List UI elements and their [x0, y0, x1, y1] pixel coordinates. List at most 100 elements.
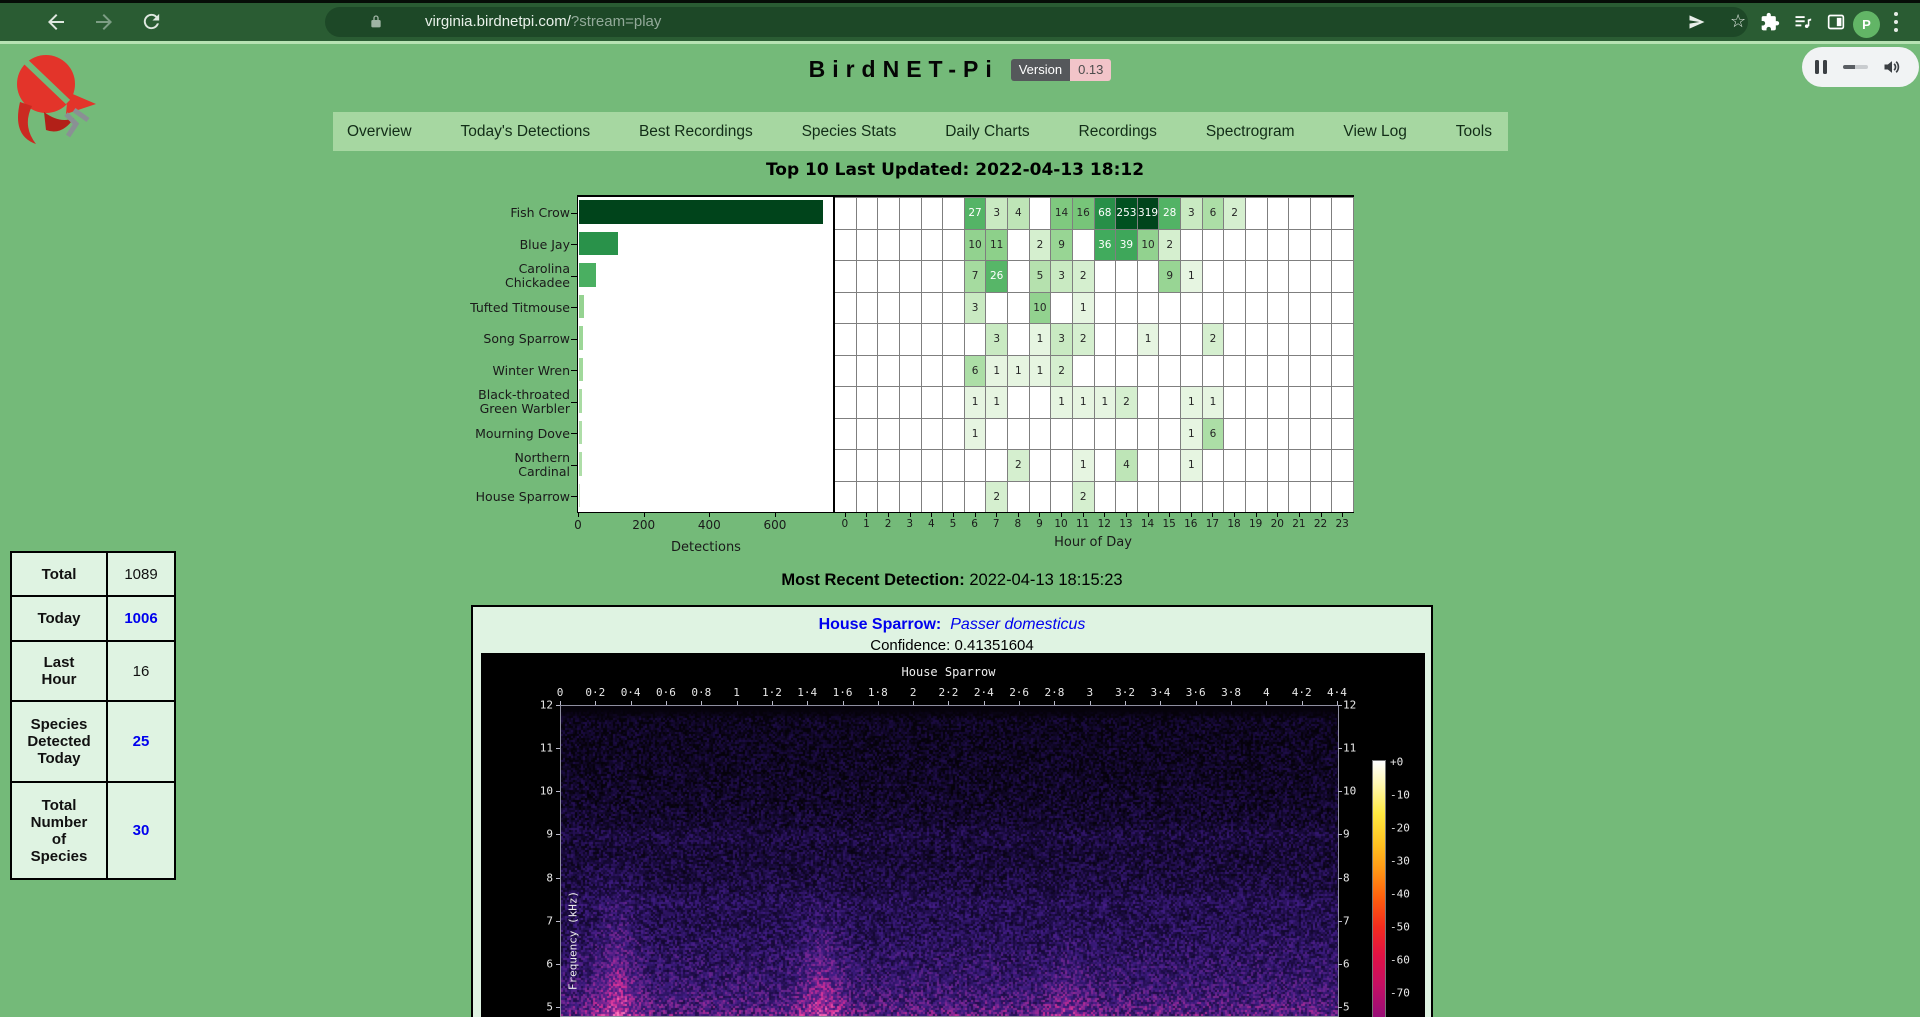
- spectrogram-ytick-label: 5: [527, 1000, 553, 1013]
- detections-bar: [579, 389, 582, 413]
- audio-player[interactable]: [1802, 47, 1919, 87]
- spectrogram-xtick: [984, 701, 985, 705]
- heatmap-cell: 10: [1138, 230, 1159, 261]
- hour-tick-label: 13: [1119, 518, 1132, 530]
- heatmap-cell: 2: [986, 482, 1007, 513]
- hour-tick-label: 10: [1054, 518, 1067, 530]
- detections-bar: [579, 263, 596, 287]
- heatmap-cell: 1: [1030, 324, 1051, 355]
- heatmap-gridline: [834, 197, 1353, 198]
- hour-tick-label: 15: [1163, 518, 1176, 530]
- spectrogram-xtick: [913, 701, 914, 705]
- reload-button[interactable]: [140, 10, 164, 34]
- heatmap-cell: 2: [1008, 450, 1029, 481]
- spectrogram-ytick-label: 7: [1343, 914, 1350, 927]
- stats-label: Today: [26, 610, 92, 627]
- nav-item-view-log[interactable]: View Log: [1343, 123, 1406, 141]
- nav-item-tools[interactable]: Tools: [1456, 123, 1492, 141]
- bar-tick-label: 200: [632, 518, 655, 532]
- species-label: Winter Wren: [388, 364, 570, 378]
- spectrogram-ytick-label: 12: [527, 699, 553, 712]
- spectrogram-ytick-label: 8: [527, 871, 553, 884]
- spectrogram-xtick: [737, 701, 738, 705]
- axis-tick: [1061, 513, 1062, 517]
- heatmap-cell: 3: [1181, 198, 1202, 229]
- heatmap-gridline: [834, 449, 1353, 450]
- nav-item-overview[interactable]: Overview: [347, 123, 412, 141]
- profile-avatar[interactable]: P: [1853, 11, 1880, 38]
- spectrogram-xtick-label: 0: [557, 686, 564, 699]
- spectrogram-ytick-label: 10: [527, 785, 553, 798]
- bar-tick-label: 0: [574, 518, 582, 532]
- axis-tick: [1169, 513, 1170, 517]
- colorbar-tick-label: -20: [1390, 822, 1410, 835]
- nav-item-spectrogram[interactable]: Spectrogram: [1206, 123, 1295, 141]
- top10-title: Top 10 Last Updated: 2022-04-13 18:12: [455, 160, 1455, 180]
- nav-item-today-s-detections[interactable]: Today's Detections: [460, 123, 590, 141]
- stats-value[interactable]: 30: [108, 783, 174, 878]
- spectrogram-xtick-label: 3·2: [1115, 686, 1135, 699]
- stats-value[interactable]: 25: [108, 702, 174, 781]
- most-recent-label: Most Recent Detection:: [781, 571, 964, 589]
- spectrogram-ytick-label: 7: [527, 914, 553, 927]
- spectrogram-ytick: [1338, 748, 1342, 749]
- detections-bar: [579, 295, 584, 319]
- nav-item-species-stats[interactable]: Species Stats: [802, 123, 897, 141]
- spectrogram-xtick-label: 1·6: [833, 686, 853, 699]
- volume-icon[interactable]: [1882, 57, 1902, 77]
- bookmark-star-icon[interactable]: ☆: [1730, 12, 1750, 32]
- scientific-name-link[interactable]: Passer domesticus: [950, 616, 1085, 633]
- media-controls-icon[interactable]: [1793, 12, 1813, 32]
- colorbar-tick-label: -70: [1390, 987, 1410, 1000]
- spectrogram-ytick: [1338, 921, 1342, 922]
- stats-table: Total1089Today1006Last Hour16Species Det…: [10, 551, 176, 880]
- pause-icon[interactable]: [1815, 60, 1827, 74]
- species-label: NorthernCardinal: [388, 451, 570, 478]
- spectrogram-ytick: [556, 1007, 560, 1008]
- hour-tick-label: 14: [1141, 518, 1154, 530]
- address-bar[interactable]: virginia.birdnetpi.com/?stream=play ☆: [325, 7, 1748, 37]
- hour-tick-label: 7: [993, 518, 1000, 530]
- detections-bar: [579, 232, 618, 256]
- species-link[interactable]: House Sparrow:: [819, 616, 942, 633]
- heatmap-cell: 27: [965, 198, 986, 229]
- spectrogram-xtick: [701, 701, 702, 705]
- audio-progress[interactable]: [1843, 65, 1868, 69]
- nav-item-best-recordings[interactable]: Best Recordings: [639, 123, 753, 141]
- axis-tick: [1256, 513, 1257, 517]
- spectrogram-xtick-label: 0·4: [621, 686, 641, 699]
- spectrogram-ytick: [556, 878, 560, 879]
- heatmap-cell: 9: [1051, 230, 1072, 261]
- axis-tick: [1126, 513, 1127, 517]
- heatmap-cell: 28: [1159, 198, 1180, 229]
- heatmap-cell: 68: [1095, 198, 1116, 229]
- page-title: BirdNET-Pi: [809, 56, 999, 83]
- extensions-icon[interactable]: [1760, 12, 1780, 32]
- forward-button[interactable]: [92, 10, 116, 34]
- species-label: Fish Crow: [388, 206, 570, 220]
- nav-item-daily-charts[interactable]: Daily Charts: [945, 123, 1029, 141]
- spectrogram-ytick: [556, 964, 560, 965]
- spectrogram-xtick-label: 2·6: [1009, 686, 1029, 699]
- menu-kebab-icon[interactable]: [1894, 12, 1898, 36]
- heatmap-cell: 1: [1203, 387, 1224, 418]
- heatmap-cell: 1: [1138, 324, 1159, 355]
- spectrogram-ytick: [556, 791, 560, 792]
- frequency-axis-label: Frequency (kHz): [567, 871, 580, 1011]
- send-icon[interactable]: [1687, 12, 1707, 32]
- back-button[interactable]: [44, 10, 68, 34]
- heatmap-cell: 4: [1116, 450, 1137, 481]
- table-row: Species Detected Today25: [12, 702, 174, 783]
- axis-tick: [1212, 513, 1213, 517]
- heatmap-gridline: [1353, 197, 1354, 512]
- spectrogram-xtick-label: 4·2: [1292, 686, 1312, 699]
- spectrogram-xtick: [878, 701, 879, 705]
- nav-item-recordings[interactable]: Recordings: [1079, 123, 1157, 141]
- heatmap-cell: 3: [1051, 324, 1072, 355]
- stats-value[interactable]: 1006: [108, 597, 174, 640]
- spectrogram-ytick: [1338, 834, 1342, 835]
- axis-tick: [1321, 513, 1322, 517]
- side-panel-icon[interactable]: [1826, 12, 1846, 32]
- page-header: BirdNET-Pi Version 0.13: [0, 56, 1920, 83]
- heatmap-cell: 3: [965, 293, 986, 324]
